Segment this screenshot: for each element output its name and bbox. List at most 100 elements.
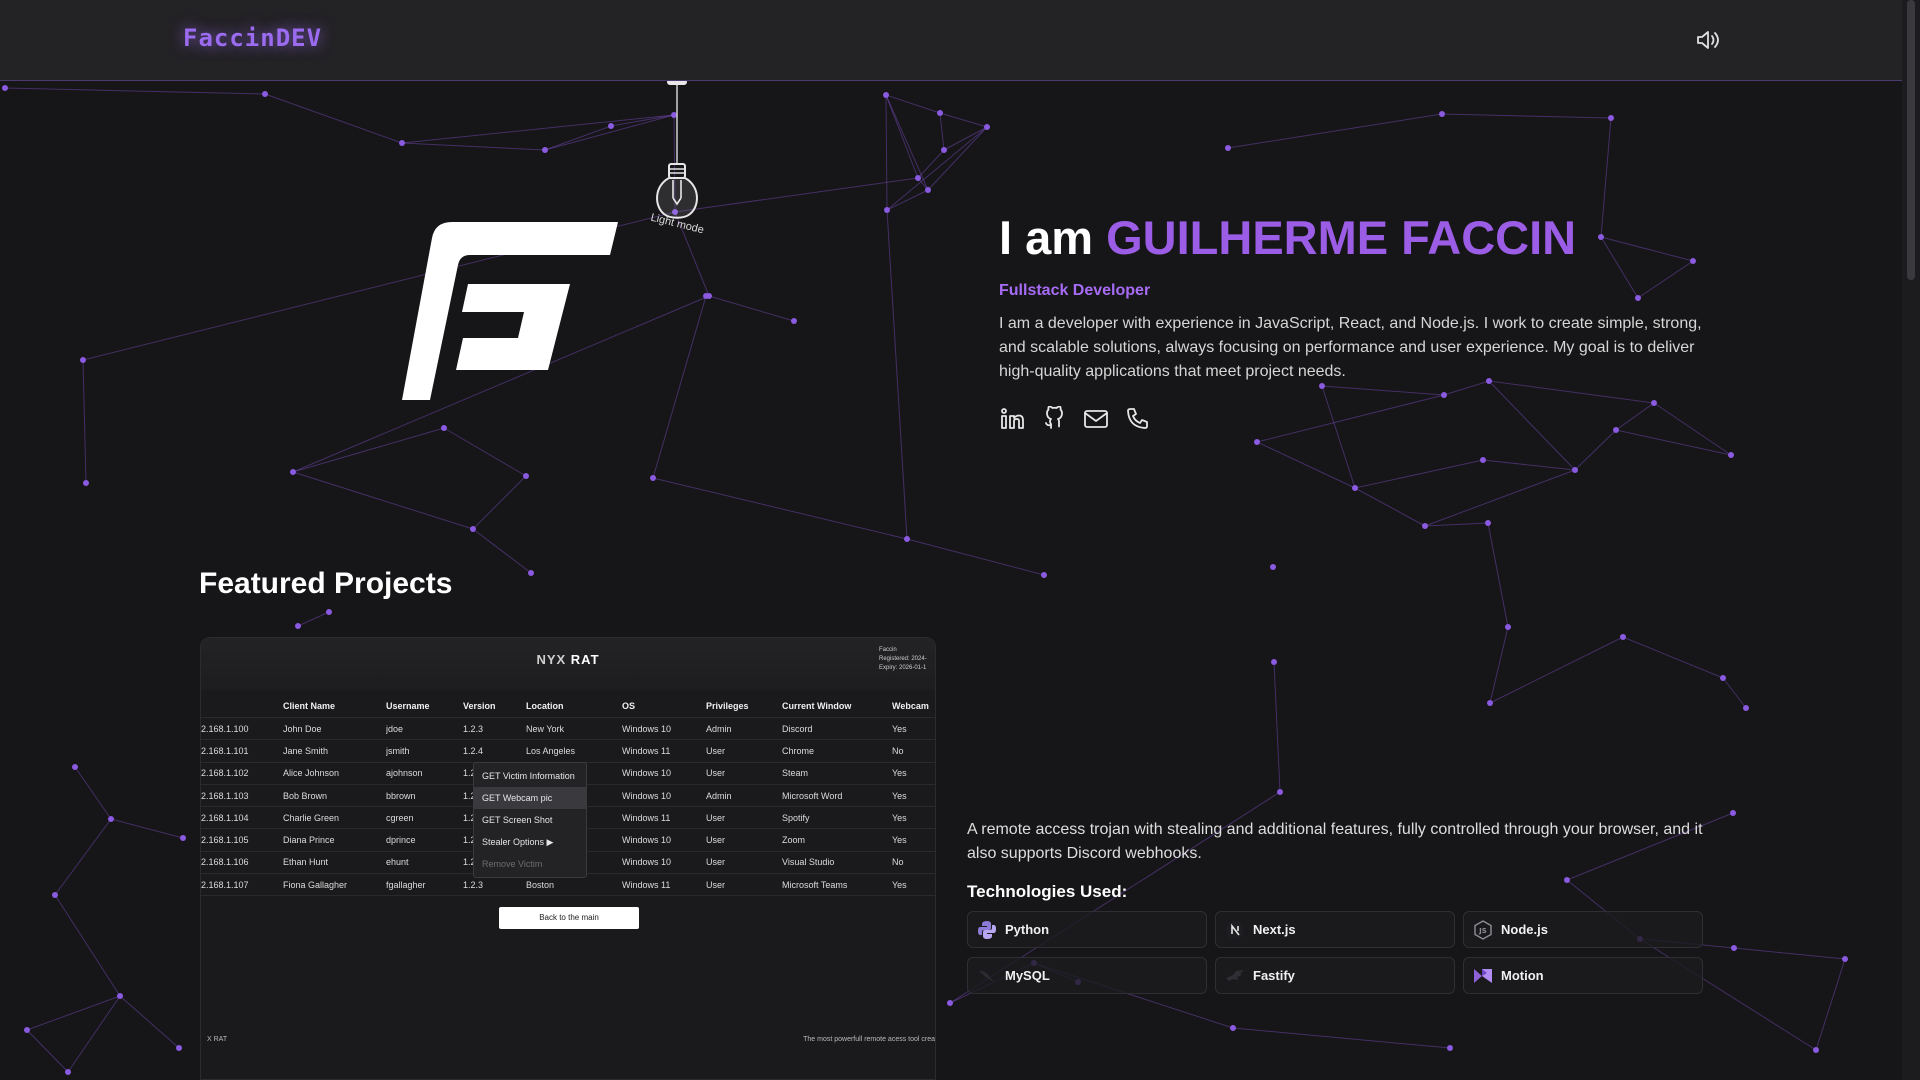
preview-table-cell: Admin	[706, 790, 732, 801]
preview-column-header: Version	[463, 700, 496, 711]
linkedin-icon[interactable]	[999, 406, 1025, 432]
network-link	[264, 93, 403, 144]
preview-table-cell: Yes	[892, 812, 907, 823]
technologies-title: Technologies Used:	[967, 882, 1128, 901]
network-node	[542, 147, 548, 153]
preview-table-cell: User	[706, 812, 726, 823]
phone-icon[interactable]	[1125, 406, 1151, 432]
preview-table-cell: Windows 10	[622, 723, 672, 734]
preview-table-cell: Windows 11	[622, 812, 671, 823]
network-node	[1270, 564, 1276, 570]
page-scrollbar[interactable]	[1902, 0, 1920, 1080]
preview-column-header: Privileges	[706, 700, 749, 711]
network-link	[885, 94, 888, 211]
project-preview-screenshot[interactable]: NYX RAT Faccin Registered: 2024- Expiry:…	[200, 637, 936, 1080]
scrollbar-thumb[interactable]	[1907, 0, 1915, 280]
preview-table-cell: fgallagher	[386, 879, 426, 890]
tech-badge-motion: Motion	[1463, 957, 1703, 994]
network-node	[1480, 457, 1486, 463]
network-node	[24, 1027, 30, 1033]
network-link	[1354, 459, 1484, 489]
preview-table-cell: Yes	[892, 790, 907, 801]
network-link	[1489, 626, 1509, 704]
network-link	[26, 995, 121, 1031]
network-link	[885, 94, 929, 191]
network-node	[650, 475, 656, 481]
preview-table-cell: New York	[526, 723, 565, 734]
network-node	[1271, 659, 1277, 665]
network-link	[939, 112, 988, 128]
preview-table-cell: Alice Johnson	[283, 768, 340, 779]
network-node	[1731, 945, 1737, 951]
network-link	[119, 995, 180, 1049]
network-link	[401, 114, 675, 144]
preview-table-cell: Los Angeles	[526, 745, 576, 756]
sound-toggle-button[interactable]	[1694, 27, 1722, 53]
preview-table-cell: Fiona Gallagher	[283, 879, 348, 890]
preview-table-cell: Microsoft Teams	[782, 879, 848, 890]
preview-table-cell: 1.2.4	[463, 745, 484, 756]
hero-bio: I am a developer with experience in Java…	[999, 315, 1702, 380]
preview-column-header: Location	[526, 700, 564, 711]
hero-heading: I am GUILHERME FACCIN	[999, 210, 1719, 266]
tech-badge-nodejs: JS Node.js	[1463, 911, 1703, 948]
svg-text:JS: JS	[1478, 927, 1487, 935]
preview-context-menu-item: GET Victim Information	[482, 771, 575, 781]
tech-label: Next.js	[1253, 922, 1296, 937]
network-node	[83, 480, 89, 486]
tech-label: Motion	[1501, 968, 1544, 983]
network-link	[652, 477, 908, 540]
network-link	[1273, 661, 1281, 793]
python-icon	[978, 920, 996, 939]
preview-table-cell: cgreen	[386, 812, 414, 823]
network-node	[1230, 1025, 1236, 1031]
github-icon[interactable]	[1041, 406, 1067, 432]
preview-table-cell: 2.168.1.104	[201, 812, 249, 823]
preview-table-cell: Windows 10	[622, 835, 672, 846]
network-link	[1354, 487, 1426, 527]
preview-footer-left: X RAT	[207, 1036, 228, 1043]
network-node	[1447, 1045, 1453, 1051]
network-link	[1256, 441, 1356, 489]
network-node	[1620, 634, 1626, 640]
network-node	[904, 536, 910, 542]
preview-table-cell: User	[706, 879, 726, 890]
preview-table-cell: 1.2.3	[463, 879, 484, 890]
network-node	[295, 623, 301, 629]
network-node	[984, 124, 990, 130]
network-link	[652, 295, 707, 479]
preview-table-cell: Chrome	[782, 745, 815, 756]
network-node	[1439, 111, 1445, 117]
preview-table-cell: Windows 11	[622, 879, 671, 890]
brand-logo-text[interactable]: FaccinDEV	[183, 24, 322, 52]
preview-table-cell: ehunt	[386, 857, 409, 868]
mail-icon[interactable]	[1083, 406, 1109, 432]
tech-badge-mysql: MySQL	[967, 957, 1207, 994]
network-node	[925, 187, 931, 193]
network-node	[470, 526, 476, 532]
network-node	[290, 469, 296, 475]
preview-app-title: NYX RAT	[201, 652, 935, 667]
social-links	[999, 406, 1719, 432]
project-description: A remote access trojan with stealing and…	[967, 821, 1703, 862]
tech-badge-nextjs: Next.js	[1215, 911, 1455, 948]
preview-table-cell: Visual Studio	[782, 857, 835, 868]
network-node	[1505, 624, 1511, 630]
preview-table-cell: Spotify	[782, 812, 810, 823]
preview-table-row: 2.168.1.101 Jane Smith jsmith 1.2.4 Los Ange…	[201, 740, 935, 763]
network-link	[26, 1029, 69, 1073]
network-node	[1608, 115, 1614, 121]
network-node	[1277, 789, 1283, 795]
network-link	[74, 766, 112, 820]
network-node	[326, 609, 332, 615]
network-node	[703, 293, 709, 299]
preview-column-header: Client Name	[283, 700, 336, 711]
preview-table-cell: 2.168.1.105	[201, 835, 249, 846]
preview-column-header: OS	[622, 700, 636, 711]
preview-table-cell: jsmith	[386, 745, 410, 756]
network-node	[80, 357, 86, 363]
network-node	[941, 147, 947, 153]
network-link	[1722, 677, 1747, 709]
preview-user-expiry: Expiry: 2026-01-1	[879, 665, 927, 671]
network-node	[523, 473, 529, 479]
